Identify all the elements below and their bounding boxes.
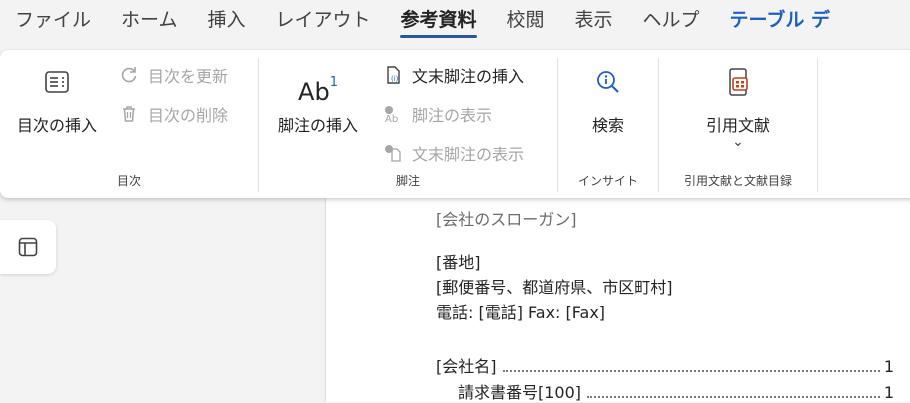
- tab-file[interactable]: ファイル: [0, 0, 106, 44]
- insert-endnote-label: 文末脚注の挿入: [412, 67, 525, 86]
- toc-leader-dots: [502, 360, 880, 372]
- toc-entry[interactable]: 請求書番号[100] 1: [458, 379, 894, 403]
- remove-toc-label: 目次の削除: [148, 106, 229, 125]
- svg-text:Ab: Ab: [385, 114, 398, 124]
- navigation-pane-icon: [18, 237, 38, 257]
- insert-footnote-button[interactable]: Ab1 脚注の挿入: [270, 66, 366, 136]
- toc-entry-text: 請求書番号[100]: [458, 383, 582, 402]
- citations-group-label: 引用文献と文献目録: [683, 174, 792, 188]
- toc-entry[interactable]: [会社名] 1: [436, 353, 894, 377]
- update-toc-label: 目次を更新: [148, 67, 229, 86]
- footnote-icon-sup: 1: [329, 75, 338, 90]
- show-endnotes-icon: [382, 142, 404, 164]
- insert-toc-button[interactable]: 目次の挿入: [8, 66, 106, 136]
- toc-entry-page: 1: [883, 357, 894, 376]
- tab-layout[interactable]: レイアウト: [260, 0, 385, 44]
- search-insights-icon: [597, 71, 619, 93]
- chevron-down-icon: ⌄: [732, 134, 744, 150]
- company-slogan[interactable]: [会社のスローガン]: [436, 206, 577, 230]
- search-label: 検索: [591, 116, 624, 135]
- trash-icon: [118, 103, 140, 125]
- refresh-icon: [118, 64, 140, 86]
- ribbon-panel: 目次の挿入 目次を更新 目次の削除 目次 Ab1 脚注の挿入 (i) 文末脚注の…: [0, 50, 910, 198]
- insights-group-label: インサイト: [577, 174, 638, 188]
- street-address[interactable]: [番地]: [436, 249, 481, 273]
- ribbon-tab-bar: ファイル ホーム 挿入 レイアウト 参考資料 校閲 表示 ヘルプ テーブル デ: [0, 0, 910, 44]
- show-footnotes-label: 脚注の表示: [412, 106, 493, 125]
- footnote-icon: Ab1: [270, 66, 366, 106]
- toc-entry-page: 1: [883, 383, 894, 402]
- show-footnotes-icon: Ab: [382, 103, 404, 125]
- navigation-pane-button[interactable]: [0, 220, 56, 274]
- citations-button[interactable]: 引用文献 ⌄: [680, 66, 796, 150]
- toc-entry-text: [会社名]: [436, 357, 497, 376]
- tab-references[interactable]: 参考資料: [385, 0, 491, 44]
- toc-group-label: 目次: [116, 174, 141, 188]
- phone-fax[interactable]: 電話: [電話] Fax: [Fax]: [436, 299, 605, 323]
- footnote-icon-text: Ab: [298, 78, 330, 106]
- update-toc-button[interactable]: 目次を更新: [118, 63, 228, 87]
- insert-toc-label: 目次の挿入: [16, 116, 97, 135]
- toc-leader-dots: [587, 386, 880, 398]
- insert-endnote-button[interactable]: (i) 文末脚注の挿入: [382, 63, 524, 87]
- tab-insert[interactable]: 挿入: [192, 0, 260, 44]
- tab-view[interactable]: 表示: [560, 0, 628, 44]
- tab-help[interactable]: ヘルプ: [628, 0, 715, 44]
- insert-footnote-label: 脚注の挿入: [277, 116, 358, 135]
- tab-review[interactable]: 校閲: [492, 0, 560, 44]
- footnote-group-label: 脚注: [395, 174, 420, 188]
- tab-home[interactable]: ホーム: [106, 0, 192, 44]
- remove-toc-button[interactable]: 目次の削除: [118, 102, 228, 126]
- postal-address[interactable]: [郵便番号、都道府県、市区町村]: [436, 274, 673, 298]
- group-divider: [817, 58, 818, 192]
- table-of-contents-icon: [45, 71, 69, 93]
- svg-text:(i): (i): [391, 75, 399, 83]
- citations-label: 引用文献: [705, 116, 770, 135]
- search-button[interactable]: 検索: [568, 66, 648, 136]
- show-endnotes-button[interactable]: 文末脚注の表示: [382, 141, 524, 165]
- tab-table-design[interactable]: テーブル デ: [715, 0, 845, 44]
- endnote-icon: (i): [382, 64, 404, 86]
- show-endnotes-label: 文末脚注の表示: [412, 145, 525, 164]
- show-footnotes-button[interactable]: Ab 脚注の表示: [382, 102, 492, 126]
- citations-icon: [729, 68, 748, 96]
